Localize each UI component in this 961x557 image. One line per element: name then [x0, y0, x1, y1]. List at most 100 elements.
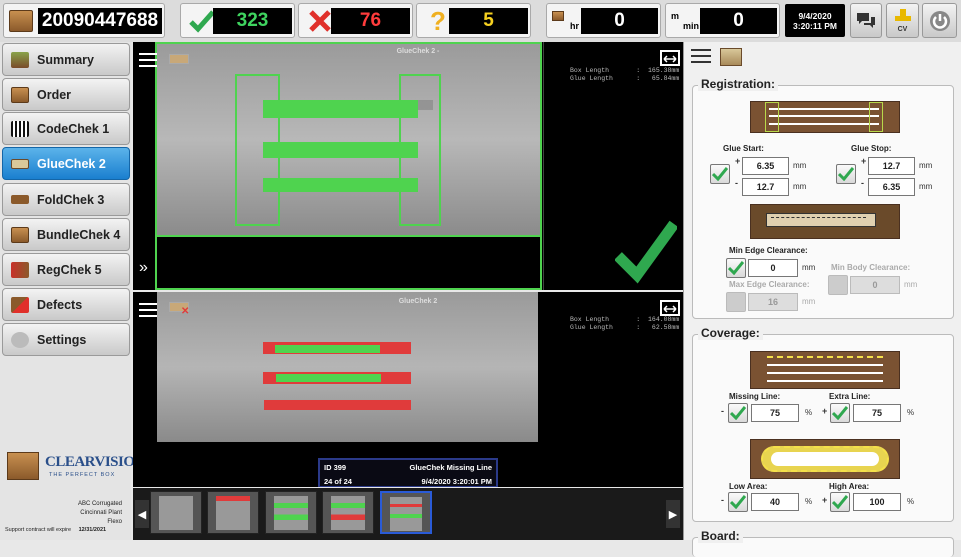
sidebar-item-foldchek[interactable]: FoldChek 3 — [2, 183, 130, 216]
bad-count-box: 76 — [298, 3, 413, 38]
glue-stop-checkbox[interactable] — [836, 164, 856, 184]
filmstrip-thumbnail[interactable] — [265, 491, 317, 534]
settings-gear-icon — [11, 331, 29, 348]
power-button[interactable] — [922, 3, 957, 38]
support-notice: Support contract will expire 12/31/2021 — [5, 527, 106, 533]
panel-menu-icon[interactable] — [690, 48, 712, 64]
glue-stop-minus-input[interactable]: 6.35 — [868, 178, 915, 196]
support-date: 12/31/2021 — [78, 527, 107, 533]
view-menu-icon[interactable] — [138, 52, 158, 68]
glue-start-label: Glue Start: — [723, 144, 764, 153]
sidebar-item-codechek[interactable]: CodeChek 1 — [2, 112, 130, 145]
filmstrip-next-button[interactable]: ▶ — [666, 500, 680, 528]
sidebar-item-regchek[interactable]: RegChek 5 — [2, 253, 130, 286]
board-group: Board: — [692, 529, 954, 557]
bundle-icon — [11, 226, 29, 243]
good-count-box: 323 — [180, 3, 295, 38]
high-area-input[interactable]: 100 — [853, 493, 901, 511]
sidebar-item-label: FoldChek 3 — [37, 192, 105, 207]
glue-mode-icon — [169, 54, 189, 64]
rate-min-icon: m min — [668, 8, 700, 34]
sidebar-item-bundlechek[interactable]: BundleChek 4 — [2, 218, 130, 251]
minus-sign: - — [721, 406, 724, 416]
summary-icon — [11, 51, 29, 68]
glue-start-checkbox[interactable] — [710, 164, 730, 184]
sidebar-item-label: Order — [37, 87, 72, 102]
cv-button[interactable]: CV — [886, 3, 919, 38]
clearvision-logo: CLEARVISION THE PERFECT BOX — [5, 446, 145, 486]
defect-index: 24 of 24 — [324, 477, 352, 486]
sidebar-item-order[interactable]: Order — [2, 78, 130, 111]
unit-mm: mm — [919, 161, 933, 170]
glue-stop-plus-input[interactable]: 12.7 — [868, 157, 915, 175]
low-area-input[interactable]: 40 — [751, 493, 799, 511]
registration-group: Registration: Glue Start: + 6.35 mm - 12… — [692, 77, 954, 319]
sidebar-item-settings[interactable]: Settings — [2, 323, 130, 356]
glue-line — [276, 374, 381, 382]
view-title: GlueChek 2 — [398, 298, 438, 305]
missing-line-input[interactable]: 75 — [751, 404, 799, 422]
min-edge-checkbox[interactable] — [726, 258, 746, 278]
job-number-box: 20090447688 — [3, 3, 165, 38]
min-body-clearance-input[interactable]: 0 — [850, 276, 900, 294]
measure-toggle-icon[interactable] — [660, 300, 680, 316]
min-body-checkbox[interactable] — [828, 275, 848, 295]
camera-view-top[interactable]: GlueChek 2 - Box Length : 165.38mm Glue … — [133, 42, 683, 290]
area-coverage-diagram — [750, 439, 900, 479]
sidebar-item-label: Settings — [37, 332, 87, 347]
good-count: 323 — [213, 8, 292, 34]
extra-line-checkbox[interactable] — [830, 403, 850, 423]
current-time: 3:20:11 PM — [793, 20, 837, 31]
settings-panel: Registration: Glue Start: + 6.35 mm - 12… — [683, 42, 961, 557]
rate-per-hour: 0 — [581, 8, 658, 34]
filmstrip-thumbnail[interactable] — [150, 491, 202, 534]
power-icon — [929, 10, 950, 31]
expand-chevron-icon[interactable]: » — [139, 260, 157, 276]
filmstrip-thumbnail-selected[interactable] — [380, 491, 432, 534]
sidebar-item-label: GlueChek 2 — [37, 156, 106, 171]
missing-line-label: Missing Line: — [729, 392, 781, 401]
sidebar-item-defects[interactable]: Defects — [2, 288, 130, 321]
current-date: 9/4/2020 — [798, 10, 832, 21]
measure-toggle-icon[interactable] — [660, 50, 680, 66]
registration-title: Registration: — [698, 77, 779, 91]
minus-sign: - — [735, 178, 738, 188]
unit-mm: mm — [904, 280, 918, 289]
logo-text: CLEARVISION — [45, 454, 145, 470]
view-menu-icon[interactable] — [138, 302, 158, 318]
max-edge-clearance-input[interactable]: 16 — [748, 293, 798, 311]
sidebar-item-label: Summary — [37, 52, 94, 67]
measurement-readout: Box Length : 165.38mm Glue Length : 65.8… — [570, 67, 680, 82]
filmstrip-thumbnail[interactable] — [322, 491, 374, 534]
sidebar-item-summary[interactable]: Summary — [2, 43, 130, 76]
rate-hr-icon: hr — [549, 8, 581, 34]
low-area-checkbox[interactable] — [728, 492, 748, 512]
unit-percent: % — [907, 408, 915, 417]
high-area-checkbox[interactable] — [830, 492, 850, 512]
datetime-display: 9/4/2020 3:20:11 PM — [785, 4, 845, 37]
min-edge-clearance-input[interactable]: 0 — [748, 259, 798, 277]
glue-line-error — [264, 400, 411, 410]
filmstrip-thumbnail[interactable] — [207, 491, 259, 534]
box-icon — [6, 8, 36, 34]
check-icon — [712, 167, 728, 181]
rate-per-min-box: m min 0 — [665, 3, 780, 38]
coverage-group: Coverage: Missing Line: - 75 % Extra Lin… — [692, 326, 954, 522]
messages-button[interactable] — [850, 3, 882, 38]
plus-sign: + — [822, 495, 828, 505]
glue-stop-label: Glue Stop: — [851, 144, 892, 153]
extra-line-input[interactable]: 75 — [853, 404, 901, 422]
plus-sign: + — [822, 406, 828, 416]
check-icon — [832, 406, 848, 420]
glue-start-plus-input[interactable]: 6.35 — [742, 157, 789, 175]
check-icon — [730, 495, 746, 509]
filmstrip-prev-button[interactable]: ◀ — [135, 500, 149, 528]
rate-min-unit-top: m — [671, 11, 680, 21]
missing-line-checkbox[interactable] — [728, 403, 748, 423]
glue-settings-icon — [720, 48, 742, 66]
camera-view-bottom[interactable]: GlueChek 2 Box Length : 164.08mm Glue Le… — [133, 292, 683, 487]
max-edge-checkbox[interactable] — [726, 292, 746, 312]
glue-start-minus-input[interactable]: 12.7 — [742, 178, 789, 196]
sidebar-item-gluechek[interactable]: GlueChek 2 — [2, 147, 130, 180]
plant-name: Cincinnati Plant — [80, 510, 122, 516]
